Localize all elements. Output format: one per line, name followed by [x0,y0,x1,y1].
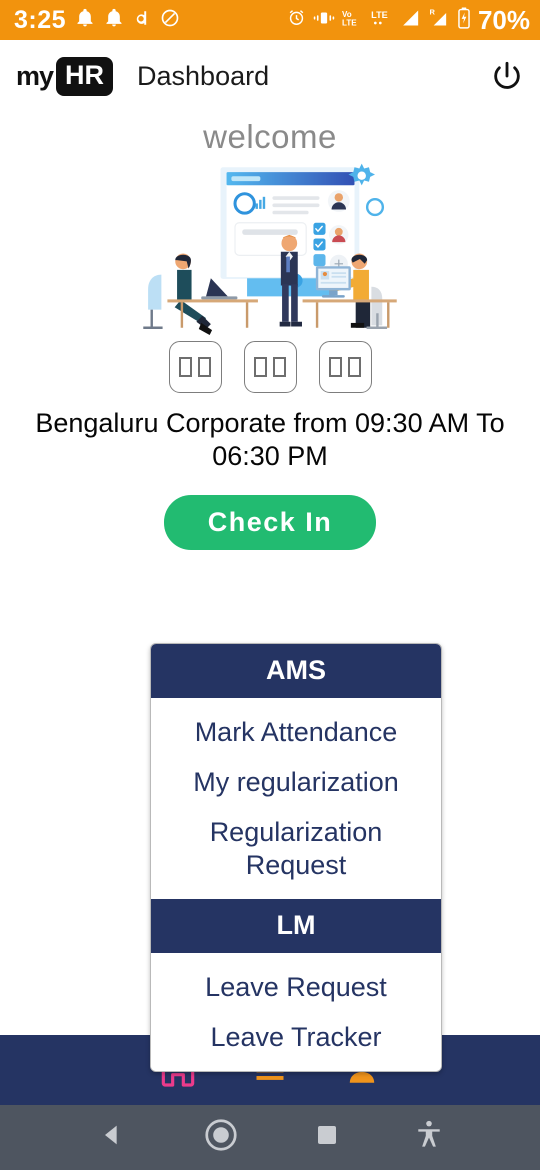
menu-item-regularization-request[interactable]: Regularization Request [151,808,441,892]
notification-bell-icon [104,8,124,33]
tofu-glyph [348,357,361,377]
svg-text:LTE: LTE [371,10,388,20]
timer-box-seconds [318,341,372,393]
lte-icon: LTE [370,8,394,33]
accessibility-icon[interactable] [416,1120,442,1155]
battery-icon [457,6,471,34]
hr-dashboard-office-illustration [0,160,540,335]
notification-bell-icon [75,8,95,33]
svg-text:R: R [429,8,435,17]
menu-item-mark-attendance[interactable]: Mark Attendance [151,708,441,758]
timer-box-minutes [243,341,297,393]
check-in-container: Check In [0,494,540,550]
tofu-glyph [198,357,211,377]
tofu-glyph [329,357,342,377]
power-icon[interactable] [490,59,524,93]
module-menu-panel: AMS Mark Attendance My regularization Re… [150,643,442,1072]
vibrate-icon [313,9,335,32]
main-content: welcome Bengaluru Corporate from 09:30 A… [0,112,540,550]
tofu-glyph [179,357,192,377]
menu-section-header-lm: LM [151,899,441,953]
letter-d-icon [133,8,151,33]
back-icon[interactable] [98,1121,126,1154]
menu-section-header-ams: AMS [151,644,441,698]
logo-my-text: my [16,60,54,91]
status-bar-right: Vo LTE LTE R 70% [287,5,530,36]
do-not-disturb-icon [160,8,180,33]
menu-item-leave-tracker[interactable]: Leave Tracker [151,1013,441,1063]
battery-percent-label: 70% [477,4,530,35]
menu-item-leave-request[interactable]: Leave Request [151,963,441,1013]
signal-bars-icon [401,8,422,33]
myhr-logo: my HR [16,56,114,96]
alarm-clock-icon [287,8,306,32]
app-header: my HR Dashboard [0,40,540,112]
menu-section-body-ams: Mark Attendance My regularization Regula… [151,698,441,899]
logo-hr-badge: HR [56,56,114,96]
status-bar-clock: 3:25 [14,5,67,34]
check-in-button[interactable]: Check In [163,494,377,550]
home-icon[interactable] [203,1117,239,1158]
android-navigation-bar [0,1105,540,1170]
roaming-signal-icon: R [429,7,450,33]
tofu-glyph [254,357,267,377]
timer-display [0,341,540,393]
status-bar-left: 3:25 [0,6,180,35]
svg-text:LTE: LTE [342,18,357,27]
volte-icon: Vo LTE [342,8,363,33]
timer-box-hours [168,341,222,393]
shift-schedule-text: Bengaluru Corporate from 09:30 AM To 06:… [35,408,505,471]
welcome-heading: welcome [203,118,337,155]
tofu-glyph [273,357,286,377]
recents-icon[interactable] [315,1123,339,1152]
status-bar: 3:25 Vo LTE LTE R 70% [0,0,540,40]
page-title: Dashboard [137,60,270,91]
menu-section-body-lm: Leave Request Leave Tracker [151,953,441,1071]
menu-item-my-regularization[interactable]: My regularization [151,758,441,808]
